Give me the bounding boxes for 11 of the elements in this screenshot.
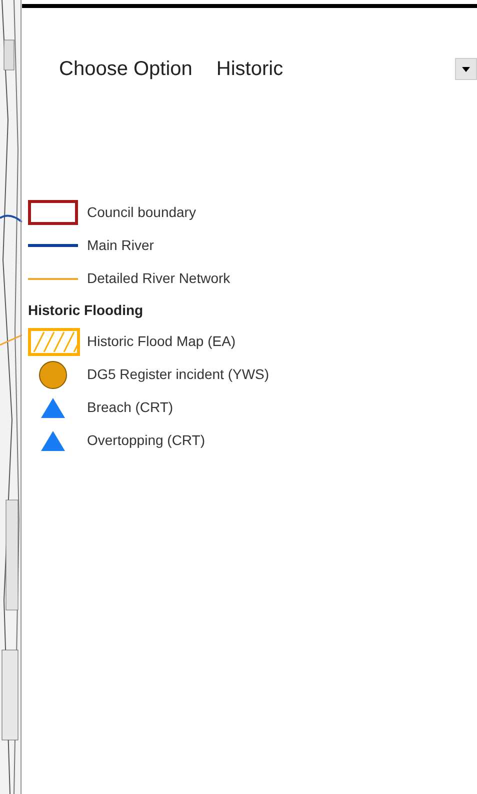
caret-icon <box>455 58 477 80</box>
option-dropdown[interactable]: Historic <box>216 54 477 84</box>
legend-label: Council boundary <box>87 203 196 222</box>
legend-label: DG5 Register incident (YWS) <box>87 365 270 384</box>
legend-heading: Historic Flooding <box>28 300 144 320</box>
legend-label: Overtopping (CRT) <box>87 431 206 450</box>
option-label: Choose Option <box>59 57 192 82</box>
legend-label: Breach (CRT) <box>87 398 174 417</box>
legend-label: Main River <box>87 236 154 255</box>
legend-label: Detailed River Network <box>87 269 230 288</box>
legend-label: Historic Flood Map (EA) <box>87 332 236 351</box>
